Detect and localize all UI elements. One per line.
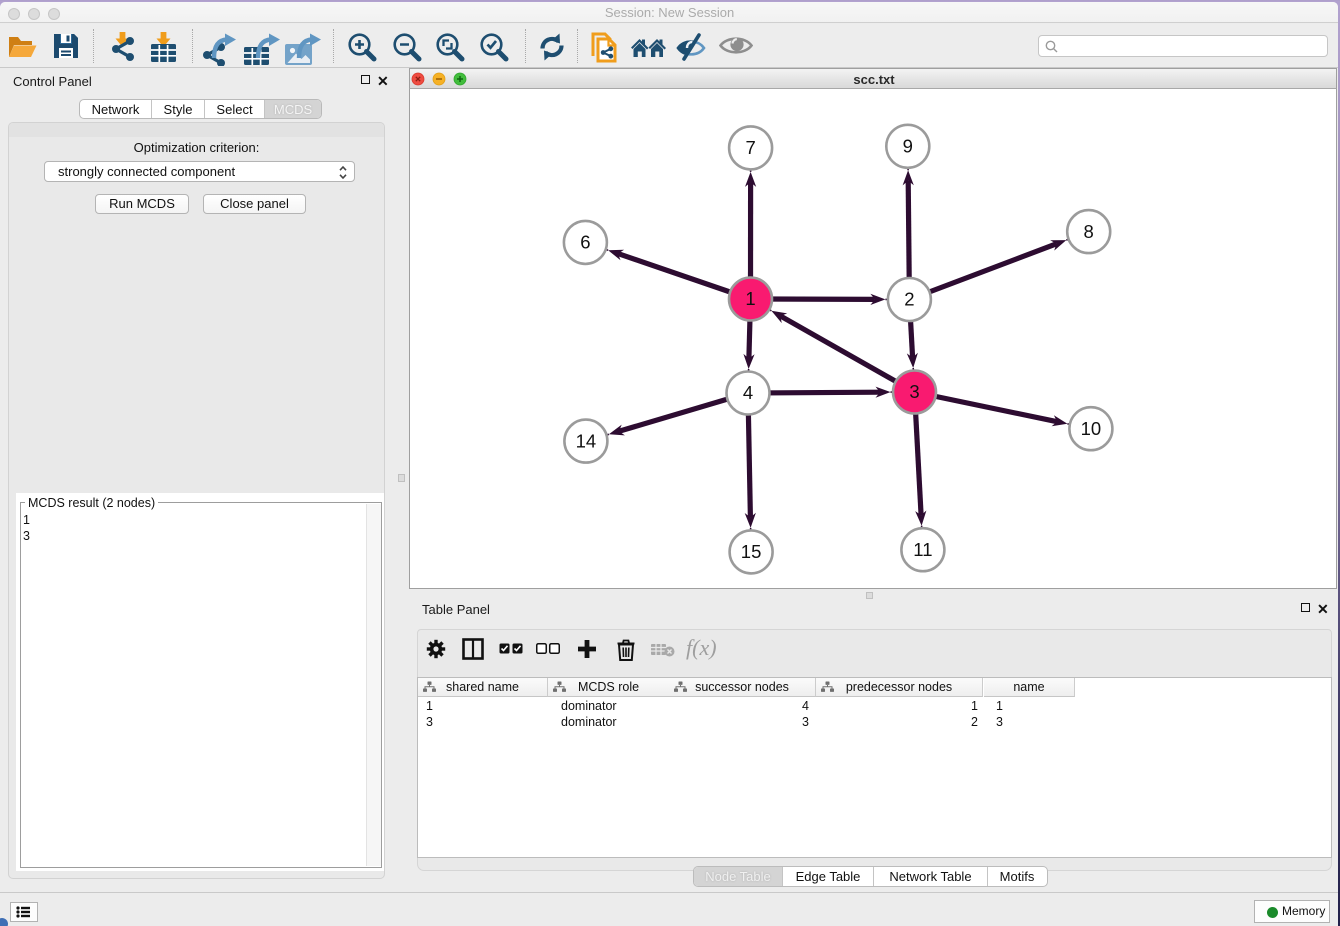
svg-text:11: 11 <box>913 539 932 560</box>
svg-text:3: 3 <box>909 381 919 402</box>
svg-text:14: 14 <box>576 430 597 451</box>
svg-text:6: 6 <box>580 232 590 253</box>
svg-text:9: 9 <box>903 136 913 157</box>
svg-text:2: 2 <box>904 289 914 310</box>
svg-text:7: 7 <box>745 137 755 158</box>
svg-text:15: 15 <box>741 541 762 562</box>
svg-text:10: 10 <box>1081 418 1102 439</box>
svg-text:1: 1 <box>745 288 755 309</box>
svg-text:8: 8 <box>1084 221 1094 242</box>
svg-text:4: 4 <box>743 382 753 403</box>
